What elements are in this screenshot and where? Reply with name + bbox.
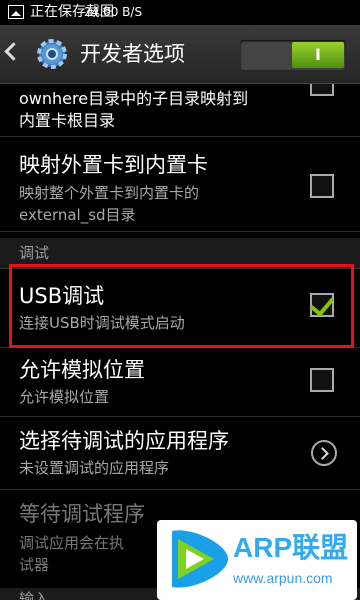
wait-debugger-sub-line1: 调试应用会在执	[19, 534, 125, 552]
map-external-sub-line2: external_sd目录	[19, 206, 136, 224]
partial-sub-line2: 内置卡根目录	[19, 111, 116, 130]
mock-location-title: 允许模拟位置	[19, 358, 145, 382]
map-external-sub-line1: 映射整个外置卡到内置卡的	[19, 184, 200, 202]
watermark-url: www.arpun.com	[233, 570, 333, 586]
list-item-map-external[interactable]: 映射外置卡到内置卡 映射整个外置卡到内置卡的 external_sd目录	[0, 137, 360, 232]
mock-location-checkbox[interactable]	[310, 368, 334, 392]
toggle-label: I	[315, 45, 321, 64]
list-item-mock-location[interactable]: 允许模拟位置 允许模拟位置	[0, 348, 360, 417]
map-external-title: 映射外置卡到内置卡	[19, 153, 208, 177]
network-speed: 24.00 B/S	[84, 5, 143, 19]
mock-location-sub: 允许模拟位置	[19, 388, 110, 406]
list-item-select-debug-app[interactable]: 选择待调试的应用程序 未设置调试的应用程序	[0, 417, 360, 490]
section-header-label: 调试	[19, 244, 50, 262]
page-title: 开发者选项	[80, 42, 185, 66]
developer-options-toggle[interactable]: I	[240, 40, 346, 70]
arp-logo-icon	[172, 530, 228, 588]
action-bar: 开发者选项 I	[0, 25, 360, 84]
status-bar: 正在保存截图 24.00 B/S	[0, 0, 360, 25]
partial-sub-line1: ownhere目录中的子目录映射到	[19, 89, 249, 108]
wait-debugger-sub-line2: 试器	[19, 556, 50, 574]
select-debug-app-title: 选择待调试的应用程序	[19, 429, 229, 453]
section-header-input-label: 输入	[19, 590, 50, 600]
watermark: ARP联盟 www.arpun.com	[157, 520, 357, 600]
gear-icon[interactable]	[33, 35, 71, 73]
list-item-partial[interactable]: ownhere目录中的子目录映射到 内置卡根目录	[0, 84, 360, 137]
chevron-right-icon[interactable]	[311, 440, 337, 466]
toggle-knob: I	[292, 42, 344, 68]
partial-checkbox[interactable]	[310, 84, 334, 96]
wait-debugger-title: 等待调试程序	[19, 502, 145, 526]
map-external-checkbox[interactable]	[310, 174, 334, 198]
screenshot-icon	[8, 5, 24, 19]
usb-debug-highlight-box	[9, 264, 354, 348]
back-icon[interactable]	[4, 42, 23, 61]
select-debug-app-sub: 未设置调试的应用程序	[19, 459, 170, 477]
watermark-title: ARP联盟	[233, 532, 349, 563]
